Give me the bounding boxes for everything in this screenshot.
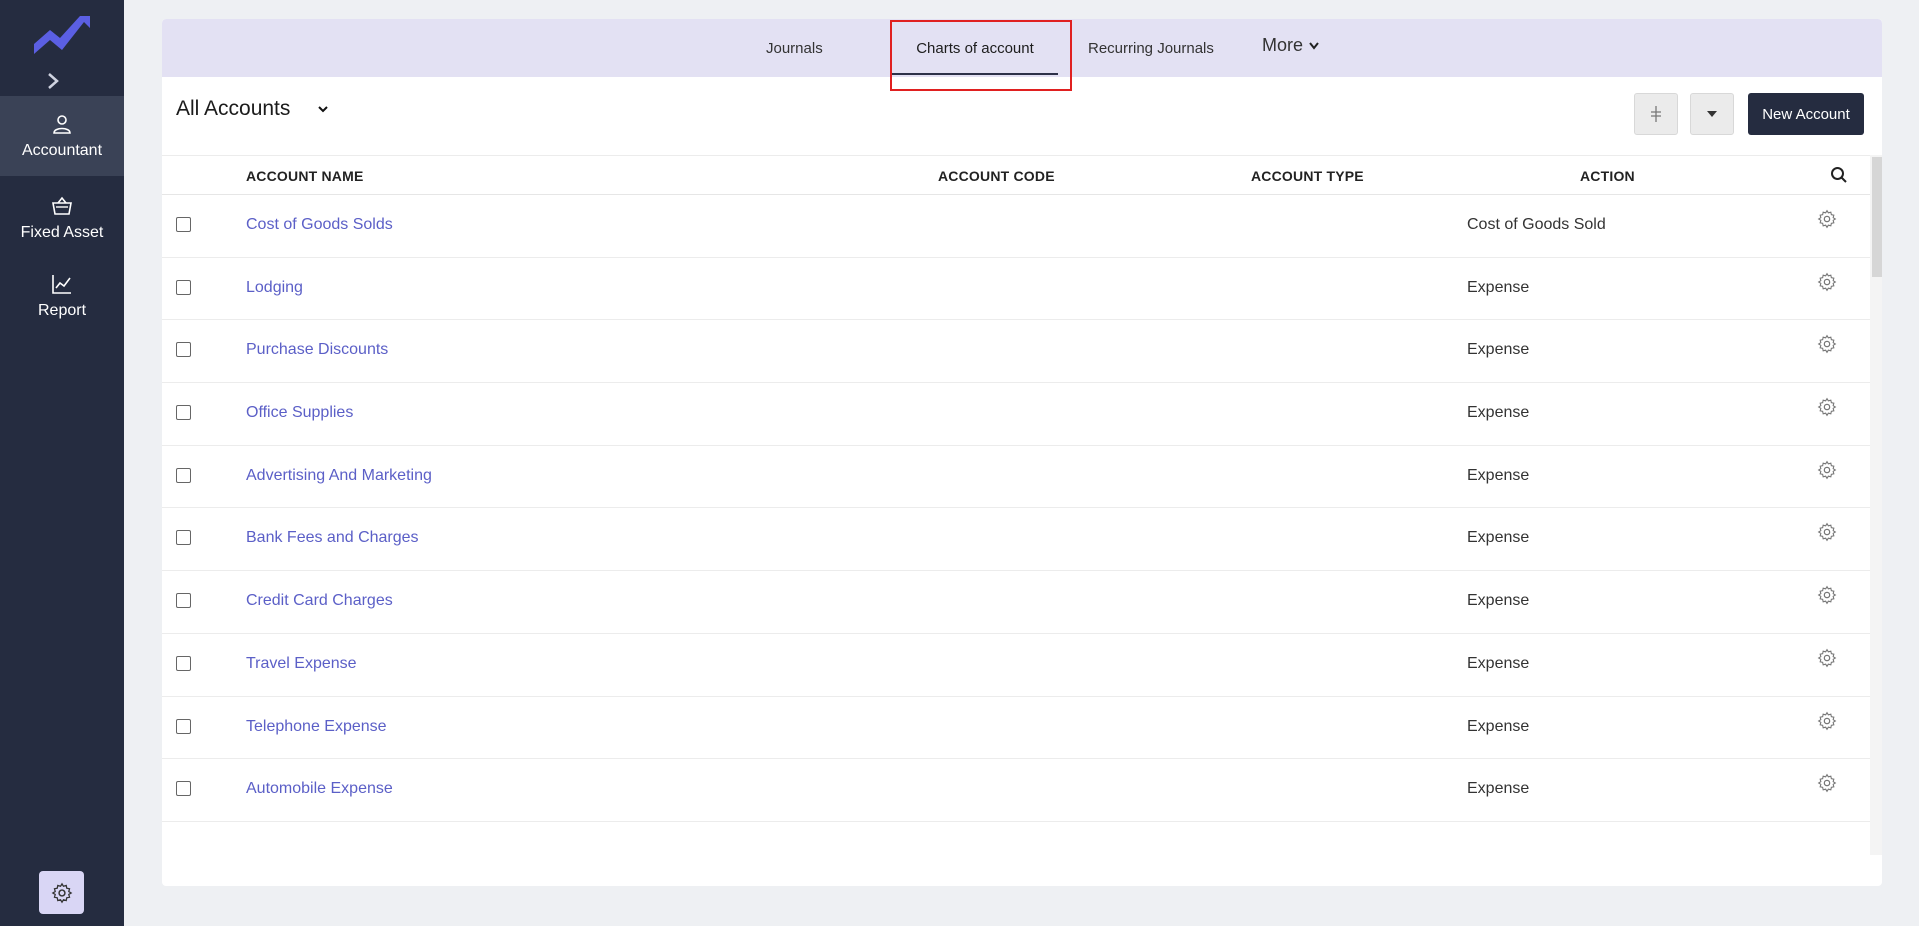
row-gear-icon[interactable] xyxy=(1817,648,1837,668)
row-checkbox[interactable] xyxy=(176,530,191,546)
chevron-down-icon xyxy=(1309,42,1319,50)
account-type: Expense xyxy=(1467,654,1530,672)
account-type: Expense xyxy=(1467,780,1530,798)
row-checkbox[interactable] xyxy=(176,217,191,232)
highlight-box xyxy=(890,20,1072,91)
account-name-link[interactable]: Bank Fees and Charges xyxy=(246,529,419,547)
table-row[interactable]: Office Supplies Expense xyxy=(162,383,1870,446)
chevron-right-icon[interactable] xyxy=(44,72,62,90)
row-checkbox[interactable] xyxy=(176,279,191,295)
main-panel: Journals Charts of account Recurring Jou… xyxy=(162,19,1882,886)
account-name-link[interactable]: Advertising And Marketing xyxy=(246,467,432,485)
row-gear-icon[interactable] xyxy=(1817,209,1837,229)
row-gear-icon[interactable] xyxy=(1817,334,1837,354)
row-gear-icon[interactable] xyxy=(1817,522,1837,542)
basket-icon xyxy=(52,196,72,215)
row-checkbox[interactable] xyxy=(176,718,191,734)
account-type: Expense xyxy=(1467,466,1530,484)
column-header-account-code[interactable]: ACCOUNT CODE xyxy=(938,168,1055,184)
tab-more[interactable]: More xyxy=(1262,19,1320,73)
sort-button[interactable] xyxy=(1634,93,1678,135)
tab-label: Recurring Journals xyxy=(1088,40,1214,57)
account-name-link[interactable]: Telephone Expense xyxy=(246,718,387,736)
account-type: Expense xyxy=(1467,529,1530,547)
sidebar-item-accountant[interactable]: Accountant xyxy=(0,96,124,176)
table-header: ACCOUNT NAME ACCOUNT CODE ACCOUNT TYPE A… xyxy=(162,155,1870,195)
row-checkbox[interactable] xyxy=(176,405,191,421)
table-row[interactable]: Lodging Expense xyxy=(162,258,1870,321)
sidebar-item-label: Report xyxy=(37,302,87,319)
sort-icon xyxy=(1651,106,1661,122)
table-row[interactable]: Purchase Discounts Expense xyxy=(162,320,1870,384)
account-name-link[interactable]: Cost of Goods Solds xyxy=(246,216,393,234)
caret-down-icon xyxy=(1707,111,1717,117)
search-icon[interactable] xyxy=(1830,166,1848,184)
sidebar-item-fixed-asset[interactable]: Fixed Asset xyxy=(0,178,124,258)
account-name-link[interactable]: Automobile Expense xyxy=(246,780,393,798)
row-checkbox[interactable] xyxy=(176,467,191,483)
account-type: Expense xyxy=(1467,404,1530,422)
row-gear-icon[interactable] xyxy=(1817,460,1837,480)
table-row[interactable]: Cost of Goods Solds Cost of Goods Sold xyxy=(162,195,1870,258)
row-checkbox[interactable] xyxy=(176,655,191,671)
tab-label: Journals xyxy=(766,40,823,57)
account-name-link[interactable]: Travel Expense xyxy=(246,655,357,673)
row-checkbox[interactable] xyxy=(176,781,191,797)
account-name-link[interactable]: Lodging xyxy=(246,279,303,297)
row-gear-icon[interactable] xyxy=(1817,773,1837,793)
more-options-button[interactable] xyxy=(1690,93,1734,135)
table-row[interactable]: Advertising And Marketing Expense xyxy=(162,446,1870,509)
gear-icon xyxy=(51,882,72,903)
chevron-down-icon xyxy=(318,106,329,113)
app-logo-icon[interactable] xyxy=(30,10,94,58)
accounts-table-body: Cost of Goods Solds Cost of Goods Sold Lod… xyxy=(162,195,1870,822)
account-type: Cost of Goods Sold xyxy=(1467,216,1606,233)
row-gear-icon[interactable] xyxy=(1817,397,1837,417)
user-icon xyxy=(53,115,71,134)
scrollbar-thumb[interactable] xyxy=(1872,157,1882,277)
row-gear-icon[interactable] xyxy=(1817,272,1837,292)
sidebar-item-label: Fixed Asset xyxy=(20,224,104,241)
sidebar: Accountant Fixed Asset Report xyxy=(0,0,124,926)
row-checkbox[interactable] xyxy=(176,342,191,358)
account-type: Expense xyxy=(1467,341,1530,359)
view-title: All Accounts xyxy=(176,97,291,120)
row-gear-icon[interactable] xyxy=(1817,711,1837,731)
table-row[interactable]: Telephone Expense Expense xyxy=(162,697,1870,760)
row-gear-icon[interactable] xyxy=(1817,585,1837,605)
new-account-button[interactable]: New Account xyxy=(1748,93,1864,135)
table-row[interactable]: Credit Card Charges Expense xyxy=(162,571,1870,634)
column-header-action: ACTION xyxy=(1580,168,1635,184)
tab-label: More xyxy=(1262,35,1304,55)
sidebar-item-report[interactable]: Report xyxy=(0,256,124,336)
sidebar-item-label: Accountant xyxy=(21,142,103,159)
account-name-link[interactable]: Purchase Discounts xyxy=(246,341,388,359)
chart-icon xyxy=(52,275,71,294)
settings-button[interactable] xyxy=(39,871,84,914)
tab-journals[interactable]: Journals xyxy=(766,19,823,77)
row-checkbox[interactable] xyxy=(176,593,191,609)
account-name-link[interactable]: Office Supplies xyxy=(246,404,353,422)
table-row[interactable]: Bank Fees and Charges Expense xyxy=(162,508,1870,572)
table-row[interactable]: Travel Expense Expense xyxy=(162,634,1870,697)
column-header-account-name[interactable]: ACCOUNT NAME xyxy=(246,168,364,184)
view-selector[interactable]: All Accounts xyxy=(176,97,330,121)
account-type: Expense xyxy=(1467,278,1530,296)
table-row[interactable]: Automobile Expense Expense xyxy=(162,759,1870,822)
account-type: Expense xyxy=(1467,717,1530,735)
account-type: Expense xyxy=(1467,592,1530,610)
column-header-account-type[interactable]: ACCOUNT TYPE xyxy=(1251,168,1364,184)
tab-recurring-journals[interactable]: Recurring Journals xyxy=(1088,19,1214,77)
account-name-link[interactable]: Credit Card Charges xyxy=(246,592,393,610)
